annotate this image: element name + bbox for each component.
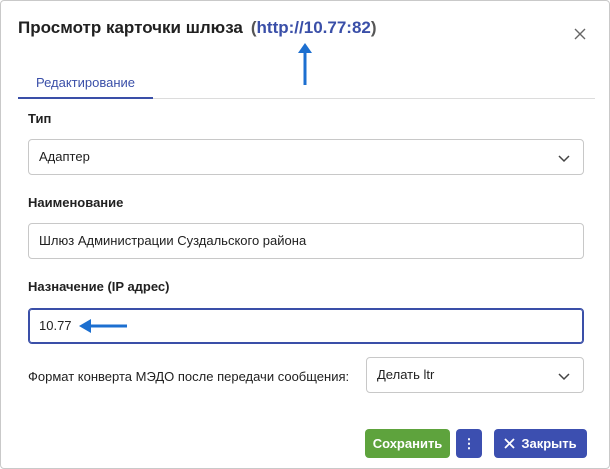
save-button[interactable]: Сохранить <box>365 429 450 458</box>
format-select[interactable]: Делать ltr <box>366 357 584 393</box>
name-field[interactable]: Шлюз Администрации Суздальского района <box>28 223 584 259</box>
chevron-down-icon <box>558 373 570 381</box>
ip-label: Назначение (IP адрес) <box>28 279 170 294</box>
close-button-label: Закрыть <box>521 436 577 451</box>
dialog-title: Просмотр карточки шлюза <box>18 18 243 37</box>
close-icon <box>574 28 586 40</box>
chevron-down-icon <box>558 155 570 163</box>
name-label: Наименование <box>28 195 124 210</box>
gateway-url-link[interactable]: http://10.77:82 <box>257 18 371 37</box>
ip-address-value: 10.77 <box>39 318 72 333</box>
more-actions-button[interactable]: ⋮ <box>456 429 482 458</box>
dialog-header: Просмотр карточки шлюза (http://10.77:82… <box>18 18 377 40</box>
more-vertical-icon: ⋮ <box>462 435 476 451</box>
type-select-value: Адаптер <box>39 149 90 164</box>
url-close-paren: ) <box>370 18 377 37</box>
close-button[interactable]: Закрыть <box>494 429 587 458</box>
x-icon <box>504 438 515 449</box>
tab-bar: Редактирование <box>18 72 595 99</box>
arrow-left-annotation <box>79 319 127 333</box>
dialog-url: (http://10.77:82) <box>251 18 377 38</box>
format-label: Формат конверта МЭДО после передачи сооб… <box>28 369 350 384</box>
format-select-value: Делать ltr <box>377 367 435 382</box>
tab-edit[interactable]: Редактирование <box>18 72 153 99</box>
name-field-value: Шлюз Администрации Суздальского района <box>39 233 307 248</box>
close-dialog-button[interactable] <box>569 23 591 45</box>
type-select[interactable]: Адаптер <box>28 139 584 175</box>
gateway-card-dialog: Просмотр карточки шлюза (http://10.77:82… <box>0 0 610 469</box>
type-label: Тип <box>28 111 52 126</box>
